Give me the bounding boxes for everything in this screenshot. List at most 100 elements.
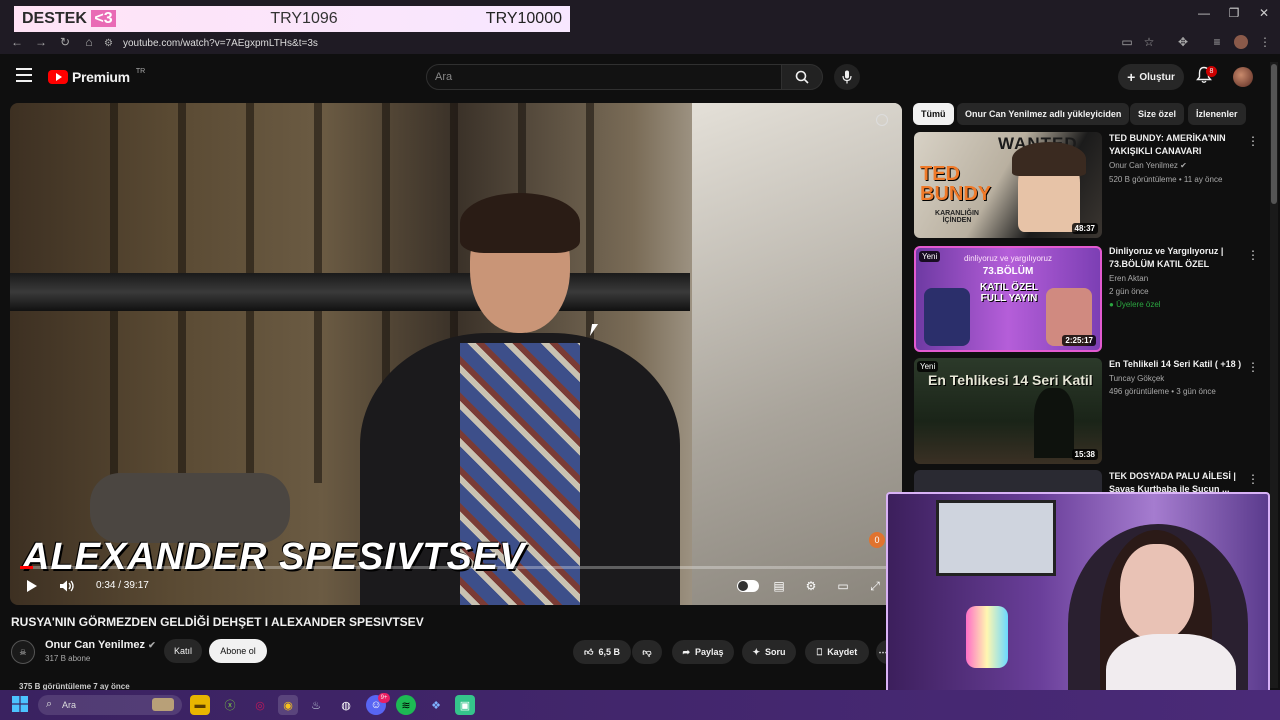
extensions-icon[interactable]: ✥ (1176, 35, 1190, 49)
settings-icon[interactable]: ⚙ (802, 577, 820, 595)
thumb-title-text: En Tehlikesi 14 Seri Katil (928, 372, 1093, 388)
recommendation-channel[interactable]: Tuncay Gökçek (1109, 374, 1164, 383)
taskbar-search[interactable]: ⌕ Ara (38, 695, 182, 715)
video-player[interactable] (10, 103, 902, 605)
profile-icon[interactable] (1234, 35, 1248, 49)
info-card-icon[interactable] (876, 114, 888, 126)
close-icon[interactable]: ✕ (1254, 6, 1274, 22)
account-avatar[interactable] (1233, 67, 1253, 87)
fullscreen-icon[interactable]: ⤢ (866, 577, 884, 595)
search-icon: ⌕ (46, 698, 53, 710)
bookmark-star-icon[interactable]: ☆ (1142, 35, 1156, 49)
video-title: RUSYA'NIN GÖRMEZDEN GELDİĞİ DEHŞET I ALE… (11, 615, 424, 629)
obs-icon[interactable]: ◍ (336, 695, 356, 715)
create-button[interactable]: + Oluştur (1118, 64, 1184, 90)
thumb-sub-text: 73.BÖLÜM (982, 266, 1034, 277)
dislike-button[interactable]: 👎︎ (632, 640, 662, 664)
volume-button[interactable] (58, 577, 76, 595)
autoplay-toggle[interactable] (737, 580, 759, 592)
subscribe-button[interactable]: Abone ol (209, 639, 267, 663)
browser-menu-icon[interactable]: ⋮ (1258, 35, 1272, 49)
cast-icon[interactable]: ▭ (1120, 35, 1134, 49)
subscriber-count: 317 B abone (45, 654, 91, 663)
ask-label: Soru (765, 647, 786, 657)
app-icon[interactable]: ◎ (250, 695, 270, 715)
recommendation-meta: 496 görüntüleme • 3 gün önce (1109, 387, 1216, 396)
duration-badge: 15:38 (1071, 449, 1098, 460)
more-options-icon[interactable]: ⋮ (1247, 248, 1259, 262)
chip-from-uploader[interactable]: Onur Can Yenilmez adlı yükleyiciden (957, 103, 1130, 125)
search-input[interactable]: Ara (426, 64, 782, 90)
recommendation-thumbnail[interactable]: WANTED TED BUNDY KARANLIĞIN İÇİNDEN 48:3… (914, 132, 1102, 238)
recommendation-thumbnail[interactable]: dinliyoruz ve yargılıyoruz 73.BÖLÜM KATI… (914, 246, 1102, 352)
play-icon (27, 580, 37, 592)
recommendation-title[interactable]: Dinliyoruz ve Yargılıyoruz | 73.BÖLÜM KA… (1109, 245, 1245, 271)
address-bar[interactable]: ⚙ youtube.com/watch?v=7AEgxpmLTHs&t=3s (104, 34, 1104, 52)
pillow (90, 473, 290, 543)
join-button[interactable]: Katıl (164, 639, 202, 663)
new-badge: Yeni (917, 361, 939, 372)
webcam-monitor (936, 500, 1056, 576)
share-label: Paylaş (695, 647, 724, 657)
forward-icon[interactable]: → (34, 35, 48, 49)
more-options-icon[interactable]: ⋮ (1247, 360, 1259, 374)
verified-icon: ✔ (1180, 161, 1187, 170)
reload-icon[interactable]: ↻ (58, 35, 72, 49)
subtitles-icon[interactable]: ▤ (770, 577, 788, 595)
site-info-icon[interactable]: ⚙ (104, 38, 113, 49)
chip-watched[interactable]: İzlenenler (1188, 103, 1246, 125)
progress-bar[interactable] (20, 566, 892, 569)
youtube-logo[interactable]: Premium TR (48, 68, 145, 86)
ask-button[interactable]: ✦ Soru (742, 640, 796, 664)
bookmark-icon: ⎕ (816, 646, 823, 657)
channel-avatar[interactable]: ☠ (11, 640, 35, 664)
more-options-icon[interactable]: ⋮ (1247, 134, 1259, 148)
members-only-badge: ● Üyelere özel (1109, 300, 1161, 309)
app-icon[interactable]: ❖ (426, 695, 446, 715)
voice-search-button[interactable] (834, 64, 860, 90)
thumbs-up-icon: 👍︎ (584, 646, 594, 657)
video-overlay-title: ALEXANDER SPESIVTSEV (22, 536, 526, 578)
duration-badge: 48:37 (1071, 223, 1098, 234)
search-button[interactable] (781, 64, 823, 90)
thumbs-down-icon: 👎︎ (642, 646, 652, 657)
recommendation-channel[interactable]: Eren Aktan (1109, 274, 1148, 283)
menu-icon[interactable] (16, 68, 32, 82)
channel-name[interactable]: Onur Can Yenilmez ✔ (45, 639, 156, 651)
windows-start-icon[interactable] (12, 696, 28, 712)
play-button[interactable] (23, 577, 41, 595)
media-control-icon[interactable]: ≡ (1210, 35, 1224, 49)
more-options-icon[interactable]: ⋮ (1247, 472, 1259, 486)
thumb-title-text: KATIL ÖZEL FULL YAYIN (980, 282, 1038, 304)
progress-fill (20, 566, 33, 569)
recommendation-title[interactable]: En Tehlikeli 14 Seri Katil ( +18 ) (1109, 358, 1245, 371)
chip-all[interactable]: Tümü (913, 103, 954, 125)
recommendation-channel[interactable]: Onur Can Yenilmez ✔ (1109, 161, 1187, 170)
scrollbar-thumb[interactable] (1271, 64, 1277, 204)
thumb-title-text: TED BUNDY (920, 163, 992, 205)
maximize-icon[interactable]: ❐ (1224, 6, 1244, 22)
share-button[interactable]: ➦ Paylaş (672, 640, 734, 664)
home-icon[interactable]: ⌂ (82, 35, 96, 49)
recommendation-thumbnail[interactable]: En Tehlikesi 14 Seri Katil Yeni 15:38 (914, 358, 1102, 464)
brand-badge[interactable]: 0 (869, 532, 885, 548)
xbox-icon[interactable]: ⓧ (220, 695, 240, 715)
recommendation-meta: 520 B görüntüleme • 11 ay önce (1109, 175, 1223, 184)
donation-current: TRY1096 (270, 10, 338, 27)
file-explorer-icon[interactable]: ▬ (190, 695, 210, 715)
back-icon[interactable]: ← (10, 35, 24, 49)
steam-icon[interactable]: ♨ (306, 695, 326, 715)
recommendation-title[interactable]: TED BUNDY: AMERİKA'NIN YAKIŞIKLI CANAVAR… (1109, 132, 1245, 158)
chip-for-you[interactable]: Size özel (1130, 103, 1185, 125)
webcam-overlay (886, 492, 1270, 716)
spotify-icon[interactable]: ≋ (396, 695, 416, 715)
notification-count: 8 (1206, 66, 1217, 77)
recommendation-thumbnail[interactable] (914, 470, 1102, 492)
chrome-icon[interactable]: ◉ (278, 695, 298, 715)
minimize-icon[interactable]: — (1194, 6, 1214, 22)
save-button[interactable]: ⎕ Kaydet (805, 640, 869, 664)
donation-goal-overlay: DESTEK <3 TRY1096 TRY10000 (14, 6, 570, 32)
theater-mode-icon[interactable]: ▭ (834, 577, 852, 595)
app-icon[interactable]: ▣ (455, 695, 475, 715)
like-button[interactable]: 👍︎ 6,5 B (573, 640, 631, 664)
